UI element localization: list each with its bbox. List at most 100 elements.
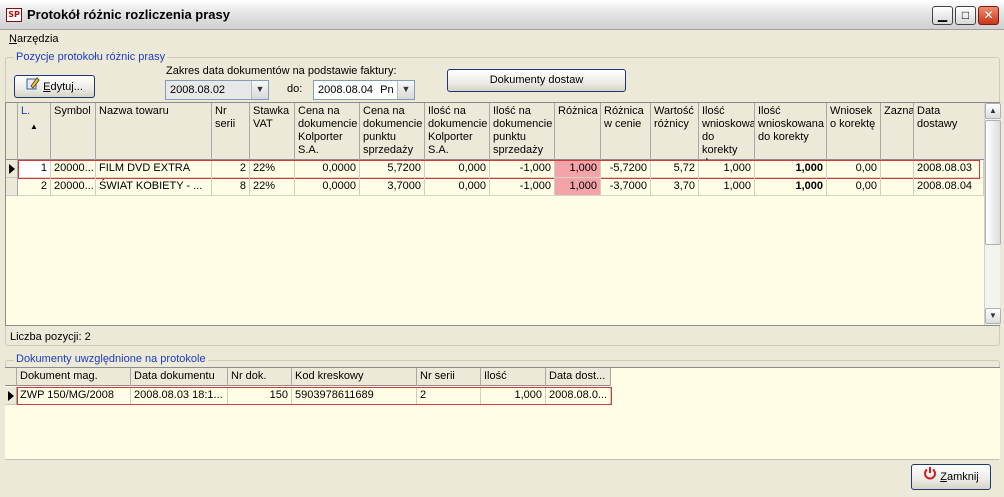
pencil-icon [26,76,40,98]
col-header-vat[interactable]: Stawka VAT [250,103,295,160]
date-from-combo[interactable]: 2008.08.02 ▼ [165,80,269,100]
docs-group-title: Dokumenty uwzględnione na protokole [14,353,208,365]
col-header-series[interactable]: Nr serii [212,103,250,160]
header-indicator [6,103,18,160]
cell-lp[interactable]: 1 [18,160,51,178]
cell-difference-value[interactable]: 5,72 [651,160,699,178]
window-title: Protokół różnic rozliczenia prasy [27,7,230,22]
col-header-difference-value[interactable]: Wartość różnicy [651,103,699,160]
date-from-value: 2008.08.02 [170,84,226,96]
cell-price-difference[interactable]: -5,7200 [601,160,651,178]
col-header-doc-delivery-date[interactable]: Data dost... [546,368,611,386]
cell-correction-request[interactable]: 0,00 [827,178,881,196]
date-to-value: 2008.08.04 [318,84,374,96]
cell-qty-point[interactable]: -1,000 [490,160,555,178]
edit-button[interactable]: Edytuj... [14,75,95,98]
sort-asc-icon: ▲ [30,122,38,131]
chevron-down-icon[interactable]: ▼ [397,81,414,99]
cell-difference[interactable]: 1,000 [555,160,601,178]
close-window-button[interactable]: ✕ [978,6,999,25]
col-header-price-kolporter[interactable]: Cena na dokumencie Kolporter S.A. [295,103,360,160]
table-row[interactable]: 2 20000... ŚWIAT KOBIETY - ... 8 22% 0,0… [6,178,984,196]
cell-vat[interactable]: 22% [250,160,295,178]
cell-doc-delivery-date[interactable]: 2008.08.0... [546,387,611,405]
col-header-barcode[interactable]: Kod kreskowy [292,368,417,386]
cell-price-kolporter[interactable]: 0,0000 [295,178,360,196]
cell-difference-value[interactable]: 3,70 [651,178,699,196]
cell-selected[interactable] [881,160,914,178]
cell-qty-requested-disp[interactable]: 1,000 [699,178,755,196]
cell-correction-request[interactable]: 0,00 [827,160,881,178]
col-header-difference[interactable]: Różnica [555,103,601,160]
bottom-divider [5,459,999,460]
close-button[interactable]: Zamknij [911,464,991,490]
cell-doc-series[interactable]: 2 [417,387,481,405]
cell-price-point[interactable]: 3,7000 [360,178,425,196]
cell-name[interactable]: ŚWIAT KOBIETY - ... [96,178,212,196]
cell-symbol[interactable]: 20000... [51,160,96,178]
minimize-button[interactable]: ▁ [932,6,953,25]
cell-doc-no[interactable]: 150 [228,387,292,405]
current-row-arrow-icon [9,164,15,174]
col-header-selected[interactable]: Zaznaczone [881,103,914,160]
col-header-doc-qty[interactable]: Ilość [481,368,546,386]
table-row[interactable]: 1 20000... FILM DVD EXTRA 2 22% 0,0000 5… [6,160,984,178]
maximize-button[interactable]: □ [955,6,976,25]
cell-series[interactable]: 8 [212,178,250,196]
scroll-up-icon[interactable]: ▲ [985,103,1001,119]
positions-count: Liczba pozycji: 2 [10,331,91,343]
menu-narzedzia[interactable]: Narzędzia [9,33,59,45]
cell-series[interactable]: 2 [212,160,250,178]
col-header-qty-kolporter[interactable]: Ilość na dokumencie Kolporter S.A. [425,103,490,160]
col-header-doc-series[interactable]: Nr serii [417,368,481,386]
cell-qty-kolporter[interactable]: 0,000 [425,178,490,196]
cell-difference[interactable]: 1,000 [555,178,601,196]
current-row-arrow-icon [8,391,14,401]
docs-grid[interactable]: Dokument mag. Data dokumentu Nr dok. Kod… [5,367,1000,459]
positions-grid-header: L. ▲ Symbol Nazwa towaru Nr serii Stawka… [6,103,984,160]
cell-qty-requested-disp[interactable]: 1,000 [699,160,755,178]
cell-name[interactable]: FILM DVD EXTRA [96,160,212,178]
cell-selected[interactable] [881,178,914,196]
col-header-lp[interactable]: L. ▲ [18,103,51,160]
chevron-down-icon[interactable]: ▼ [251,81,268,99]
cell-qty-point[interactable]: -1,000 [490,178,555,196]
col-header-qty-point[interactable]: Ilość na dokumencie punktu sprzedaży [490,103,555,160]
cell-qty-requested[interactable]: 1,000 [755,178,827,196]
date-to-combo[interactable]: 2008.08.04 Pn ▼ [313,80,415,100]
col-header-delivery-date[interactable]: Data dostawy [914,103,984,160]
table-row[interactable]: ZWP 150/MG/2008 2008.08.03 18:1... 150 5… [5,387,611,405]
col-header-doc-no[interactable]: Nr dok. [228,368,292,386]
scroll-down-icon[interactable]: ▼ [985,308,1001,324]
positions-vertical-scrollbar[interactable]: ▲ ▼ [984,103,1001,325]
positions-grid[interactable]: L. ▲ Symbol Nazwa towaru Nr serii Stawka… [5,102,1001,326]
cell-vat[interactable]: 22% [250,178,295,196]
cell-doc-mag[interactable]: ZWP 150/MG/2008 [17,387,131,405]
delivery-docs-button[interactable]: Dokumenty dostaw [447,69,626,92]
col-header-doc-date[interactable]: Data dokumentu [131,368,228,386]
col-header-symbol[interactable]: Symbol [51,103,96,160]
cell-doc-qty[interactable]: 1,000 [481,387,546,405]
col-header-correction-request[interactable]: Wniosek o korektę [827,103,881,160]
cell-price-kolporter[interactable]: 0,0000 [295,160,360,178]
cell-doc-date[interactable]: 2008.08.03 18:1... [131,387,228,405]
col-header-qty-requested[interactable]: Ilość wnioskowana do korekty [755,103,827,160]
cell-delivery-date[interactable]: 2008.08.03 [914,160,984,178]
col-header-price-point[interactable]: Cena na dokumencie punktu sprzedaży [360,103,425,160]
col-header-doc-mag[interactable]: Dokument mag. [17,368,131,386]
cell-qty-kolporter[interactable]: 0,000 [425,160,490,178]
cell-lp[interactable]: 2 [18,178,51,196]
docs-grid-header: Dokument mag. Data dokumentu Nr dok. Kod… [5,368,611,386]
title-bar[interactable]: SP Protokół różnic rozliczenia prasy ▁ □… [0,0,1004,30]
scroll-thumb[interactable] [985,120,1001,245]
cell-barcode[interactable]: 5903978611689 [292,387,417,405]
col-header-price-difference[interactable]: Różnica w cenie [601,103,651,160]
col-header-name[interactable]: Nazwa towaru [96,103,212,160]
current-row-indicator [6,160,18,178]
col-header-qty-requested-disp[interactable]: Ilość wnioskowana do korekty dysp. [699,103,755,160]
cell-price-point[interactable]: 5,7200 [360,160,425,178]
cell-price-difference[interactable]: -3,7000 [601,178,651,196]
cell-qty-requested[interactable]: 1,000 [755,160,827,178]
cell-delivery-date[interactable]: 2008.08.04 [914,178,984,196]
cell-symbol[interactable]: 20000... [51,178,96,196]
